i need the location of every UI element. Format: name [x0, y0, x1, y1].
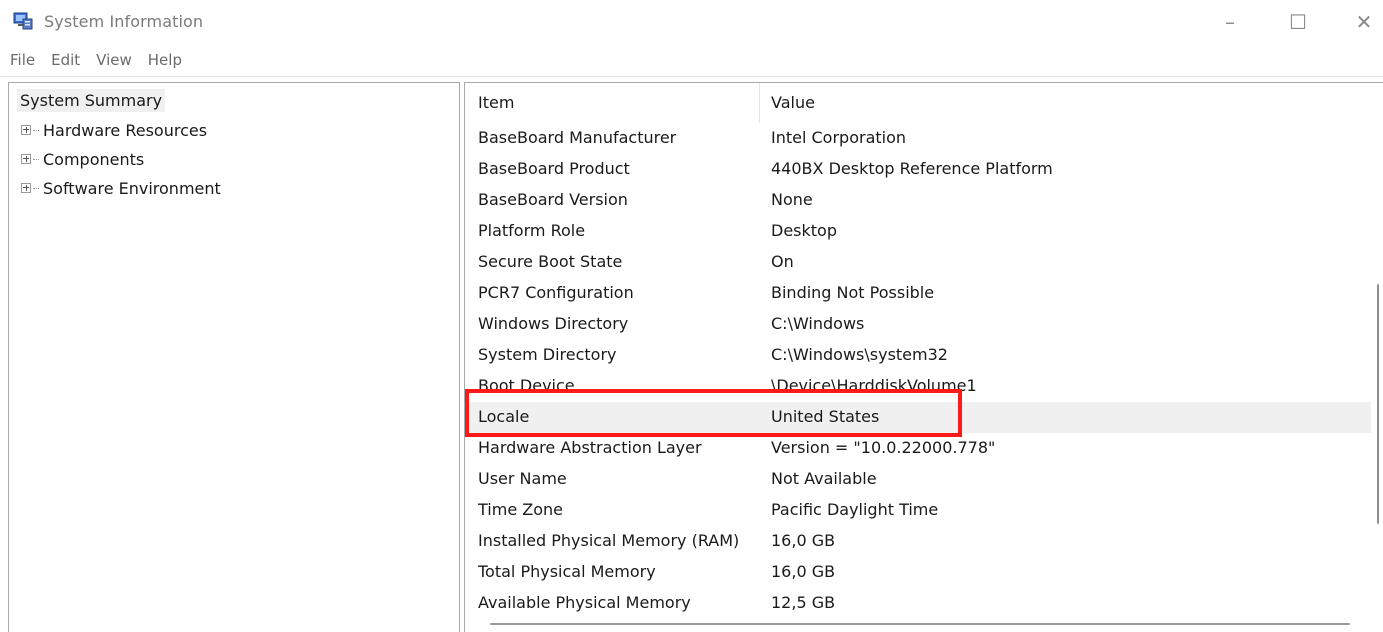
row-item-cell: BaseBoard Manufacturer	[478, 128, 677, 147]
row-item-cell: Secure Boot State	[478, 252, 623, 271]
column-divider[interactable]	[759, 83, 760, 123]
table-row[interactable]: User Name Not Available	[465, 464, 1371, 495]
table-row[interactable]: Time Zone Pacific Daylight Time	[465, 495, 1371, 526]
tree-item-label: Components	[43, 149, 145, 169]
table-row[interactable]: PCR7 Configuration Binding Not Possible	[465, 278, 1371, 309]
table-row[interactable]: Available Physical Memory 12,5 GB	[465, 588, 1371, 619]
row-item-cell: System Directory	[478, 345, 617, 364]
row-item-cell: Installed Physical Memory (RAM)	[478, 531, 740, 550]
table-row[interactable]: BaseBoard Product 440BX Desktop Reference…	[465, 154, 1371, 185]
horizontal-scrollbar[interactable]	[490, 623, 1350, 625]
tree-item-label: Hardware Resources	[43, 120, 208, 140]
close-button[interactable]: ✕	[1346, 6, 1382, 38]
row-item-cell: User Name	[478, 469, 567, 488]
table-row[interactable]: Total Physical Memory 16,0 GB	[465, 557, 1371, 588]
column-header-item[interactable]: Item	[478, 93, 514, 112]
menu-edit[interactable]: Edit	[51, 51, 80, 69]
vertical-scrollbar[interactable]	[1372, 84, 1383, 614]
table-row[interactable]: Platform Role Desktop	[465, 216, 1371, 247]
locale-highlight-box	[465, 389, 962, 437]
menu-bar: File Edit View Help	[0, 46, 1383, 74]
expand-icon[interactable]	[21, 125, 31, 135]
row-value-cell: Not Available	[771, 469, 877, 488]
menu-divider	[0, 76, 1383, 77]
row-value-cell: 12,5 GB	[771, 593, 836, 612]
table-row[interactable]: Hardware Abstraction Layer Version = "10.…	[465, 433, 1371, 464]
row-item-cell: Hardware Abstraction Layer	[478, 438, 702, 457]
tree-item-label: Software Environment	[43, 178, 221, 198]
row-item-cell: Available Physical Memory	[478, 593, 691, 612]
system-information-app-icon	[12, 10, 34, 32]
details-list[interactable]: Item Value BaseBoard Manufacturer Intel C…	[464, 82, 1383, 632]
tree-connector	[33, 129, 39, 131]
row-value-cell: 16,0 GB	[771, 562, 836, 581]
row-item-cell: BaseBoard Version	[478, 190, 628, 209]
menu-view[interactable]: View	[96, 51, 132, 69]
list-header: Item Value	[465, 83, 1371, 123]
row-value-cell: Version = "10.0.22000.778"	[771, 438, 996, 457]
row-item-cell: PCR7 Configuration	[478, 283, 634, 302]
tree-connector	[33, 187, 39, 189]
row-value-cell: Intel Corporation	[771, 128, 907, 147]
menu-file[interactable]: File	[10, 51, 35, 69]
maximize-button[interactable]: ☐	[1280, 6, 1316, 38]
row-value-cell: C:\Windows\system32	[771, 345, 948, 364]
expand-icon[interactable]	[21, 183, 31, 193]
table-row[interactable]: BaseBoard Version None	[465, 185, 1371, 216]
menu-help[interactable]: Help	[148, 51, 182, 69]
tree-item-system-summary[interactable]: System Summary	[17, 89, 166, 112]
tree-item-components[interactable]: Components	[21, 148, 144, 170]
row-item-cell: Windows Directory	[478, 314, 629, 333]
list-rows: BaseBoard Manufacturer Intel Corporation B…	[465, 123, 1371, 619]
window-title: System Information	[44, 12, 204, 31]
tree-item-software-environment[interactable]: Software Environment	[21, 177, 221, 199]
table-row[interactable]: Secure Boot State On	[465, 247, 1371, 278]
row-value-cell: Pacific Daylight Time	[771, 500, 939, 519]
column-header-value[interactable]: Value	[771, 93, 815, 112]
row-value-cell: 440BX Desktop Reference Platform	[771, 159, 1053, 178]
row-value-cell: Binding Not Possible	[771, 283, 935, 302]
row-value-cell: None	[771, 190, 813, 209]
row-value-cell: 16,0 GB	[771, 531, 836, 550]
row-item-cell: BaseBoard Product	[478, 159, 630, 178]
row-value-cell: Desktop	[771, 221, 837, 240]
table-row[interactable]: System Directory C:\Windows\system32	[465, 340, 1371, 371]
expand-icon[interactable]	[21, 154, 31, 164]
table-row[interactable]: Windows Directory C:\Windows	[465, 309, 1371, 340]
tree-connector	[33, 158, 39, 160]
table-row[interactable]: BaseBoard Manufacturer Intel Corporation	[465, 123, 1371, 154]
row-value-cell: On	[771, 252, 794, 271]
row-item-cell: Total Physical Memory	[478, 562, 656, 581]
vertical-scroll-thumb[interactable]	[1377, 284, 1379, 524]
row-value-cell: C:\Windows	[771, 314, 865, 333]
row-item-cell: Platform Role	[478, 221, 586, 240]
minimize-button[interactable]: –	[1212, 6, 1248, 38]
title-bar: System Information – ☐ ✕	[0, 0, 1383, 44]
category-tree[interactable]: System Summary Hardware Resources Compon…	[8, 82, 460, 632]
table-row[interactable]: Installed Physical Memory (RAM) 16,0 GB	[465, 526, 1371, 557]
tree-item-hardware-resources[interactable]: Hardware Resources	[21, 119, 207, 141]
row-item-cell: Time Zone	[478, 500, 563, 519]
